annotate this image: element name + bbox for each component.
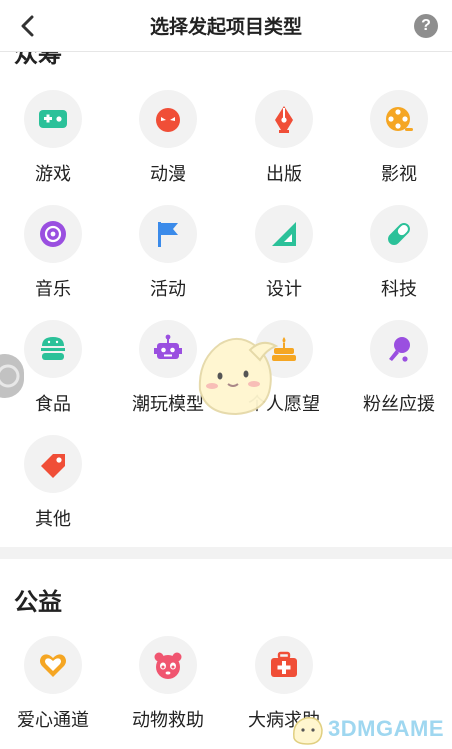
category-film[interactable]: 影视 xyxy=(346,90,452,205)
category-game[interactable]: 游戏 xyxy=(0,90,113,205)
category-anime[interactable]: 动漫 xyxy=(115,90,228,205)
navigation-bar: 选择发起项目类型 ? xyxy=(0,0,452,52)
floating-side-button[interactable] xyxy=(0,354,24,398)
watermark-text: 3DMGAME xyxy=(328,716,444,741)
vinyl-icon xyxy=(40,221,66,247)
capsule-icon xyxy=(388,223,410,245)
heart-icon xyxy=(40,654,66,677)
category-music[interactable]: 音乐 xyxy=(0,205,113,320)
category-love-channel-icon-circle xyxy=(24,636,82,694)
category-label: 科技 xyxy=(381,279,417,299)
robot-icon xyxy=(154,334,182,359)
help-button[interactable]: ? xyxy=(414,14,438,38)
category-music-icon-circle xyxy=(24,205,82,263)
first-aid-kit-icon xyxy=(271,651,297,677)
category-event[interactable]: 活动 xyxy=(115,205,228,320)
category-toy-model-icon-circle xyxy=(139,320,197,378)
category-label: 粉丝应援 xyxy=(363,394,435,414)
category-other-icon-circle xyxy=(24,435,82,493)
category-label: 音乐 xyxy=(35,279,71,299)
category-label: 游戏 xyxy=(35,164,71,184)
anime-mask-icon xyxy=(156,108,180,132)
film-reel-icon xyxy=(386,107,413,131)
category-label: 动漫 xyxy=(150,164,186,184)
category-label: 动物救助 xyxy=(132,710,204,730)
category-medical-aid-icon-circle xyxy=(255,636,313,694)
watermark: 3DMGAME xyxy=(288,712,444,746)
category-label: 活动 xyxy=(150,279,186,299)
watermark-mascot-icon xyxy=(293,717,323,745)
category-design[interactable]: 设计 xyxy=(231,205,344,320)
category-other[interactable]: 其他 xyxy=(0,435,113,550)
panda-icon xyxy=(154,652,182,679)
gamepad-icon xyxy=(39,110,67,128)
page-title: 选择发起项目类型 xyxy=(149,17,302,38)
category-label: 爱心通道 xyxy=(17,710,89,730)
burger-icon xyxy=(41,337,65,360)
category-event-icon-circle xyxy=(139,205,197,263)
category-tech-icon-circle xyxy=(370,205,428,263)
category-film-icon-circle xyxy=(370,90,428,148)
section-divider xyxy=(0,547,452,559)
category-game-icon-circle xyxy=(24,90,82,148)
float-handle-icon xyxy=(0,364,20,388)
category-publishing[interactable]: 出版 xyxy=(231,90,344,205)
section-title-charity: 公益 xyxy=(14,589,62,616)
microphone-icon xyxy=(389,337,410,362)
mascot-image xyxy=(198,337,279,416)
pen-nib-icon xyxy=(275,106,293,133)
category-tech[interactable]: 科技 xyxy=(346,205,452,320)
category-fan-support-icon-circle xyxy=(370,320,428,378)
category-label: 影视 xyxy=(381,164,417,184)
set-square-icon xyxy=(272,222,296,246)
category-design-icon-circle xyxy=(255,205,313,263)
flag-icon xyxy=(158,222,178,247)
category-animal-rescue-icon-circle xyxy=(139,636,197,694)
category-fan-support[interactable]: 粉丝应援 xyxy=(346,320,452,435)
category-label: 出版 xyxy=(266,164,302,184)
category-anime-icon-circle xyxy=(139,90,197,148)
category-publishing-icon-circle xyxy=(255,90,313,148)
category-label: 其他 xyxy=(35,509,71,529)
tag-icon xyxy=(41,454,65,478)
category-love-channel[interactable]: 爱心通道 xyxy=(0,636,113,749)
category-label: 设计 xyxy=(266,279,302,299)
category-food-icon-circle xyxy=(24,320,82,378)
category-animal-rescue[interactable]: 动物救助 xyxy=(115,636,228,749)
